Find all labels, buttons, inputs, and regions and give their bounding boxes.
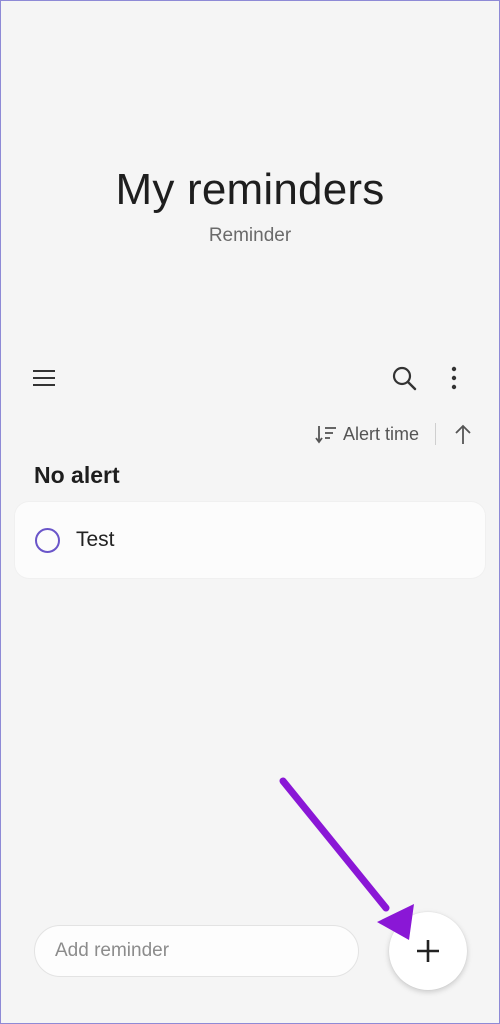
page-subtitle: Reminder [208, 225, 292, 246]
sort-by-button[interactable]: Alert time [315, 423, 419, 445]
more-vertical-icon [451, 366, 457, 390]
add-reminder-button[interactable] [389, 912, 467, 990]
page-title: My reminders [115, 165, 385, 214]
reminder-text: Test [76, 528, 115, 551]
arrow-up-icon [455, 424, 471, 444]
sort-direction-button[interactable] [450, 419, 476, 449]
section-title: No alert [34, 462, 120, 488]
sort-bar: Alert time [315, 418, 476, 450]
reminder-checkbox[interactable] [35, 528, 60, 553]
more-options-button[interactable] [434, 358, 474, 398]
sort-icon [315, 426, 336, 444]
hamburger-menu-icon [33, 370, 55, 386]
menu-button[interactable] [24, 358, 64, 398]
search-button[interactable] [384, 358, 424, 398]
search-icon [392, 366, 417, 391]
add-reminder-input[interactable] [34, 925, 359, 977]
app-header: My reminders Reminder [0, 160, 500, 248]
toolbar [0, 356, 500, 400]
sort-divider [435, 423, 436, 445]
reminder-item[interactable]: Test [15, 502, 485, 578]
plus-icon [417, 940, 439, 962]
sort-label: Alert time [342, 423, 419, 444]
